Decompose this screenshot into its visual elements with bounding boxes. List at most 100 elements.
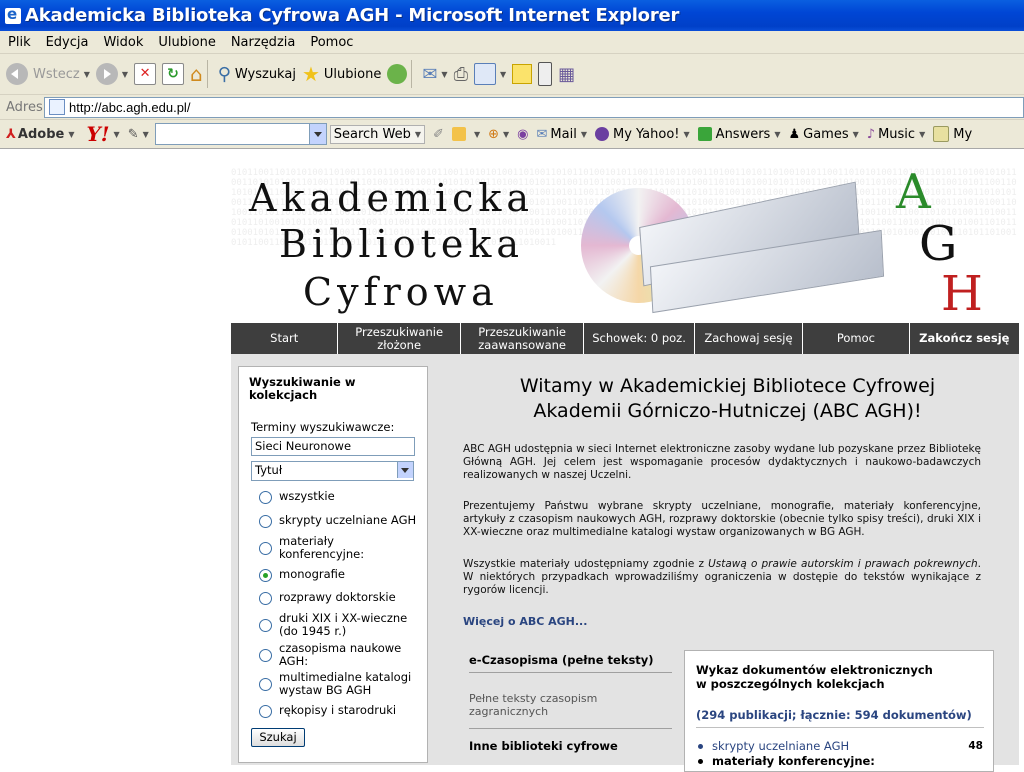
collections-divider [696,727,984,728]
main-nav: Start Przeszukiwanie złożone Przeszukiwa… [231,323,1019,354]
radio-button[interactable] [259,705,272,718]
adobe-button[interactable]: ⅄ Adobe ▼ [6,127,74,142]
mail-button[interactable]: ✉ ▼ [422,58,447,90]
chevron-down-icon[interactable] [397,462,413,478]
crosshair-icon: ⊕ [488,126,500,142]
headphones-button[interactable]: ◉ [517,127,528,142]
antispy-button[interactable]: ⊕ ▼ [488,127,509,142]
back-button[interactable]: Wstecz ▼ [6,58,90,90]
radio-button[interactable] [259,542,272,555]
radio-scripts[interactable]: skrypty uczelniane AGH [259,514,419,528]
site-banner: 0101100110101010011010011010110100101011… [231,168,1019,323]
edit-dropdown-icon[interactable]: ▼ [500,70,506,79]
menu-ulubione[interactable]: Ulubione [150,35,222,50]
yahoo-toolbar: ⅄ Adobe ▼ Y! ▼ ✎ ▼ Search Web ▼ ✐ ▼ ⊕ ▼ ◉ … [0,120,1024,149]
nav-help[interactable]: Pomoc [803,323,910,354]
intro-paragraph-3: Wszystkie materiały udostępniamy zgodnie… [463,558,981,596]
menu-plik[interactable]: Plik [0,35,38,50]
forward-dropdown-icon[interactable]: ▼ [122,70,128,79]
nav-save-session[interactable]: Zachowaj sesję [695,323,804,354]
banner-word-biblioteka: Biblioteka [279,222,525,266]
radio-all[interactable]: wszystkie [259,490,419,504]
research-button[interactable]: ▦ [558,58,575,90]
search-history-dropdown-icon[interactable] [308,124,326,144]
nav-complex-search[interactable]: Przeszukiwanie złożone [338,323,461,354]
radio-button[interactable] [259,678,272,691]
radio-old-prints[interactable]: druki XIX i XX-wieczne (do 1945 r.) [259,612,414,638]
eraser-button[interactable]: ✐ [433,127,444,142]
adobe-dropdown-icon[interactable]: ▼ [68,130,74,139]
highlighter-button[interactable]: ✎ ▼ [128,127,149,142]
history-button[interactable] [387,58,408,90]
radio-dissertations[interactable]: rozprawy doktorskie [259,591,419,605]
field-select[interactable]: Tytuł [251,461,414,481]
address-url[interactable]: http://abc.agh.edu.pl/ [69,100,190,115]
menu-narzedzia[interactable]: Narzędzia [223,35,303,50]
radio-button[interactable] [259,649,272,662]
radio-journals[interactable]: czasopisma naukowe AGH: [259,642,404,668]
copyright-law-link[interactable]: Ustawą o prawie autorskim i prawach pokr… [708,558,978,570]
search-web-dropdown-icon[interactable]: ▼ [415,130,421,139]
nav-start[interactable]: Start [231,323,339,354]
search-web-button[interactable]: Search Web ▼ [329,124,426,144]
popup-blocker-button[interactable]: ▼ [451,127,480,141]
popup-blocker-icon [451,127,466,141]
menu-pomoc[interactable]: Pomoc [302,35,360,50]
radio-button[interactable] [259,491,272,504]
radio-catalogs[interactable]: multimedialne katalogi wystaw BG AGH [259,671,414,697]
menu-edycja[interactable]: Edycja [38,35,96,50]
search-panel-title: Wyszukiwanie w kolekcjach [249,375,356,402]
nav-advanced-search[interactable]: Przeszukiwanie zaawansowane [461,323,585,354]
search-terms-input[interactable]: Sieci Neuronowe [251,437,415,456]
more-about-link[interactable]: Więcej o ABC AGH... [463,615,587,628]
search-button[interactable]: ⚲ Wyszukaj [218,58,296,90]
radio-manuscripts[interactable]: rękopisy i starodruki [259,704,419,718]
radio-button-selected[interactable] [259,569,272,582]
messenger-button[interactable] [538,58,553,90]
collection-item[interactable]: materiały konferencyjne: [698,754,983,768]
main-content: Witamy w Akademickiej Bibliotece Cyfrowe… [436,354,1019,772]
yahoo-dropdown-icon[interactable]: ▼ [114,130,120,139]
yahoo-search-input[interactable] [154,123,327,145]
radio-button[interactable] [259,515,272,528]
menu-widok[interactable]: Widok [95,35,150,50]
home-icon: ⌂ [190,62,203,86]
phone-icon [538,62,553,86]
yahoo-logo-icon[interactable]: Y! [86,122,109,146]
home-button[interactable]: ⌂ [190,58,203,90]
mail-link[interactable]: ✉ Mail ▼ [537,127,587,142]
collection-item[interactable]: skrypty uczelniane AGH 48 [698,739,983,753]
envelope-icon: ✉ [422,63,438,85]
banner-word-akademicka: Akademicka [249,176,535,220]
mail-dropdown-icon[interactable]: ▼ [441,70,447,79]
print-button[interactable]: ⎙ [454,58,468,90]
music-link[interactable]: ♪ Music ▼ [867,127,925,142]
stop-button[interactable]: ✕ [134,58,157,90]
radio-conference[interactable]: materiały konferencyjne: [259,535,374,561]
search-submit-button[interactable]: Szukaj [251,728,305,747]
refresh-button[interactable]: ↻ [162,58,185,90]
edit-button[interactable]: ▼ [473,58,506,90]
ejournals-link[interactable]: Pełne teksty czasopism zagranicznych [469,692,619,718]
answers-link[interactable]: Answers ▼ [697,127,780,142]
forward-button[interactable]: ▼ [95,58,128,90]
refresh-icon: ↻ [162,63,185,85]
my-yahoo-link[interactable]: My Yahoo! ▼ [594,127,690,142]
radio-button[interactable] [259,619,272,632]
nav-clipboard[interactable]: Schowek: 0 poz. [584,323,695,354]
radio-button[interactable] [259,592,272,605]
ie-logo-icon [5,5,21,24]
games-link[interactable]: ♟ Games ▼ [788,127,858,142]
favorites-button[interactable]: ★ Ulubione [302,58,381,90]
mail-icon: ✉ [536,126,548,142]
back-dropdown-icon[interactable]: ▼ [84,70,90,79]
research-icon: ▦ [558,63,576,85]
radio-monographs[interactable]: monografie [259,568,419,582]
discuss-button[interactable] [512,58,533,90]
standard-toolbar: Wstecz ▼ ▼ ✕ ↻ ⌂ ⚲ Wyszukaj ★ Ulubione ✉… [0,54,1024,95]
bullet-icon [698,743,703,749]
my-link[interactable]: My [933,126,972,142]
address-field[interactable]: http://abc.agh.edu.pl/ [44,96,1024,118]
headphones-icon: ◉ [517,126,529,142]
nav-end-session[interactable]: Zakończ sesję [910,323,1019,354]
